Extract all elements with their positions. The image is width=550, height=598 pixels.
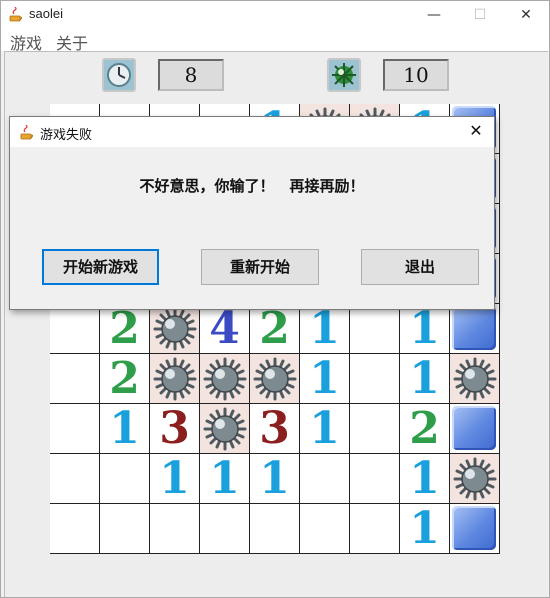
empty-cell[interactable] [200,504,250,554]
number-cell[interactable]: 1 [400,454,450,504]
empty-cell[interactable] [350,504,400,554]
mine-counter-icon [327,58,361,92]
cell-number: 2 [109,354,140,404]
covered-tile [452,306,496,350]
number-cell[interactable]: 4 [200,304,250,354]
cell-number: 3 [159,404,190,454]
mine-cell[interactable] [150,304,200,354]
cell-number: 2 [259,304,290,354]
cell-number: 1 [309,354,340,404]
empty-cell[interactable] [100,454,150,504]
maximize-button[interactable]: ☐ [457,1,503,29]
empty-cell[interactable] [50,454,100,504]
new-game-button[interactable]: 开始新游戏 [42,249,159,285]
covered-cell[interactable] [450,304,500,354]
number-cell[interactable]: 2 [400,404,450,454]
empty-cell[interactable] [50,504,100,554]
mine-cell[interactable] [200,354,250,404]
covered-cell[interactable] [450,404,500,454]
cell-number: 1 [409,354,440,404]
covered-tile [452,506,496,550]
dialog-message: 不好意思，你输了！ 再接再励！ [139,177,365,195]
clock-icon [102,58,136,92]
number-cell[interactable]: 1 [400,504,450,554]
cell-number: 1 [409,304,440,354]
cell-number: 4 [209,304,240,354]
cell-number: 2 [109,304,140,354]
cell-number: 1 [409,454,440,504]
dialog-title-bar: 游戏失败 ✕ [10,117,494,147]
mine-counter: 10 [383,59,449,91]
mine-cell[interactable] [450,454,500,504]
cell-number: 1 [259,454,290,504]
mine-cell[interactable] [250,354,300,404]
menu-bar: 游戏 关于 [1,29,549,53]
number-cell[interactable]: 1 [300,304,350,354]
empty-cell[interactable] [50,354,100,404]
empty-cell[interactable] [250,504,300,554]
number-cell[interactable]: 1 [250,454,300,504]
number-cell[interactable]: 2 [250,304,300,354]
dialog-title: 游戏失败 [40,128,93,143]
mine-icon [203,407,247,451]
number-cell[interactable]: 3 [150,404,200,454]
exit-button[interactable]: 退出 [361,249,479,285]
time-counter: 8 [158,59,224,91]
number-cell[interactable]: 1 [400,304,450,354]
cell-number: 1 [109,404,140,454]
empty-cell[interactable] [350,404,400,454]
empty-cell[interactable] [50,404,100,454]
empty-cell[interactable] [50,304,100,354]
number-cell[interactable]: 1 [150,454,200,504]
game-window: saolei — ☐ ✕ 游戏 关于 8 10 2 4 2 1 1 2 1 1 … [0,0,550,598]
empty-cell[interactable] [100,504,150,554]
number-cell[interactable]: 1 [300,404,350,454]
empty-cell[interactable] [350,454,400,504]
number-cell[interactable]: 2 [100,304,150,354]
mine-icon [153,307,197,351]
number-cell[interactable]: 1 [400,354,450,404]
mine-cell[interactable] [200,404,250,454]
mine-icon [453,457,497,501]
empty-cell[interactable] [150,504,200,554]
minimize-button[interactable]: — [411,1,457,29]
cell-number: 1 [409,504,440,554]
number-cell[interactable]: 1 [300,354,350,404]
game-over-dialog: 游戏失败 ✕ 不好意思，你输了！ 再接再励！ 开始新游戏 重新开始 退出 [9,116,495,310]
close-button[interactable]: ✕ [503,1,549,29]
cell-number: 1 [209,454,240,504]
mine-icon [203,357,247,401]
mine-cell[interactable] [150,354,200,404]
number-cell[interactable]: 2 [100,354,150,404]
java-icon [20,125,33,140]
cell-number: 2 [409,404,440,454]
mine-cell[interactable] [450,354,500,404]
covered-cell[interactable] [450,504,500,554]
cell-number: 1 [309,304,340,354]
cell-number: 1 [309,404,340,454]
empty-cell[interactable] [350,354,400,404]
covered-tile [452,406,496,450]
title-bar: saolei — ☐ ✕ [1,1,549,29]
number-cell[interactable]: 1 [200,454,250,504]
empty-cell[interactable] [300,504,350,554]
dialog-close-button[interactable]: ✕ [466,121,486,141]
empty-cell[interactable] [350,304,400,354]
cell-number: 1 [159,454,190,504]
mine-icon [253,357,297,401]
mine-icon [453,357,497,401]
cell-number: 3 [259,404,290,454]
number-cell[interactable]: 3 [250,404,300,454]
window-title: saolei [29,6,63,21]
restart-button[interactable]: 重新开始 [201,249,319,285]
java-icon [9,7,22,22]
empty-cell[interactable] [300,454,350,504]
number-cell[interactable]: 1 [100,404,150,454]
mine-icon [153,357,197,401]
